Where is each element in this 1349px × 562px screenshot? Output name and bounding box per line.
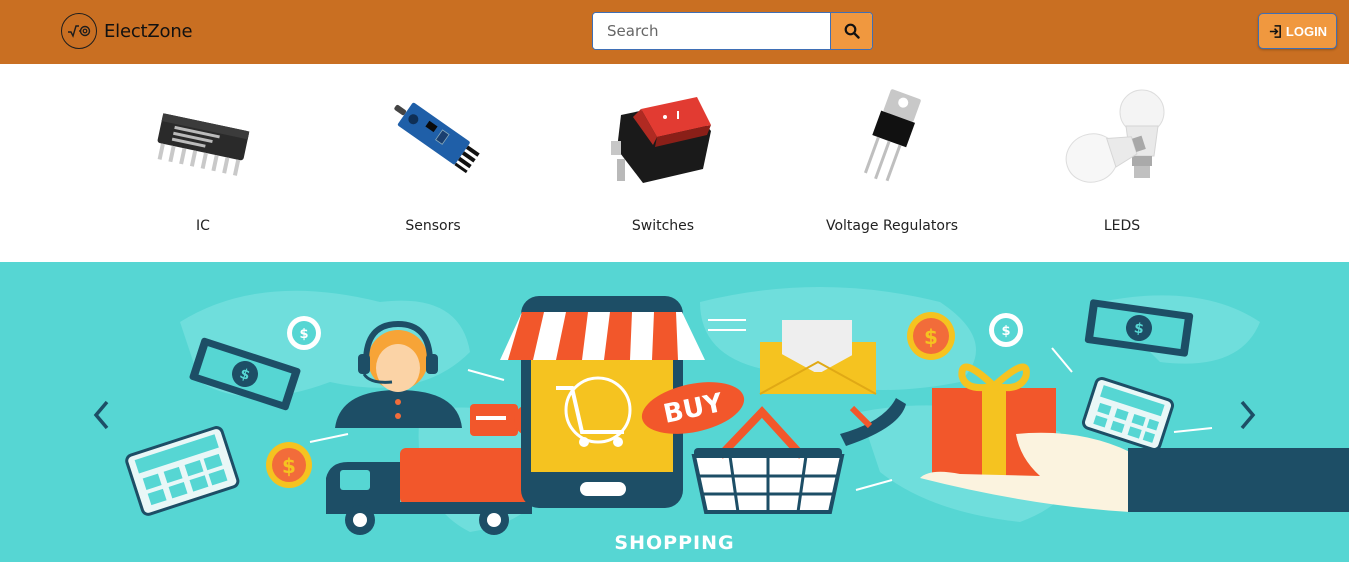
search-button[interactable] — [830, 13, 872, 49]
svg-text:$: $ — [924, 325, 938, 349]
search-bar — [592, 12, 873, 50]
chevron-left-icon — [93, 400, 109, 430]
category-switches[interactable]: Switches — [563, 64, 763, 262]
sensor-module-image — [394, 102, 480, 174]
login-label: LOGIN — [1285, 23, 1328, 39]
category-label: Voltage Regulators — [825, 218, 958, 234]
svg-text:$: $ — [1001, 324, 1010, 339]
category-label: Sensors — [405, 218, 461, 234]
chevron-right-icon — [1240, 400, 1256, 430]
category-label: LEDS — [1103, 218, 1141, 234]
voltage-regulator-image — [863, 89, 921, 182]
rocker-switch-image — [611, 97, 711, 183]
carousel-next-button[interactable] — [1233, 392, 1263, 438]
brand-link[interactable]: ElectZone — [61, 13, 193, 49]
search-input[interactable] — [593, 13, 830, 49]
led-bulb-image — [1065, 89, 1165, 183]
category-label: Switches — [631, 218, 695, 234]
svg-text:$: $ — [299, 327, 308, 342]
sqrt-wave-logo-icon — [61, 13, 97, 49]
category-sensors[interactable]: Sensors — [333, 64, 533, 262]
category-strip: IC Sensors Switches Voltage Regulators L… — [0, 64, 1349, 262]
carousel-prev-button[interactable] — [86, 392, 116, 438]
login-button[interactable]: LOGIN — [1258, 13, 1337, 49]
category-leds[interactable]: LEDS — [1022, 64, 1222, 262]
brand-name: ElectZone — [104, 20, 193, 42]
category-ic[interactable]: IC — [103, 64, 303, 262]
category-label: IC — [196, 218, 210, 234]
ic-chip-image — [157, 113, 250, 176]
shopping-illustration: $ $ $ $ $ $ BUY — [125, 287, 1349, 535]
search-icon — [844, 23, 860, 39]
category-voltage-regulators[interactable]: Voltage Regulators — [792, 64, 992, 262]
hero-carousel: $ $ $ $ $ $ BUY SHOPPING — [0, 262, 1349, 562]
login-arrow-icon — [1269, 24, 1281, 38]
svg-text:$: $ — [282, 454, 296, 478]
top-navbar: ElectZone LOGIN — [0, 0, 1349, 64]
carousel-caption: SHOPPING — [614, 532, 735, 554]
